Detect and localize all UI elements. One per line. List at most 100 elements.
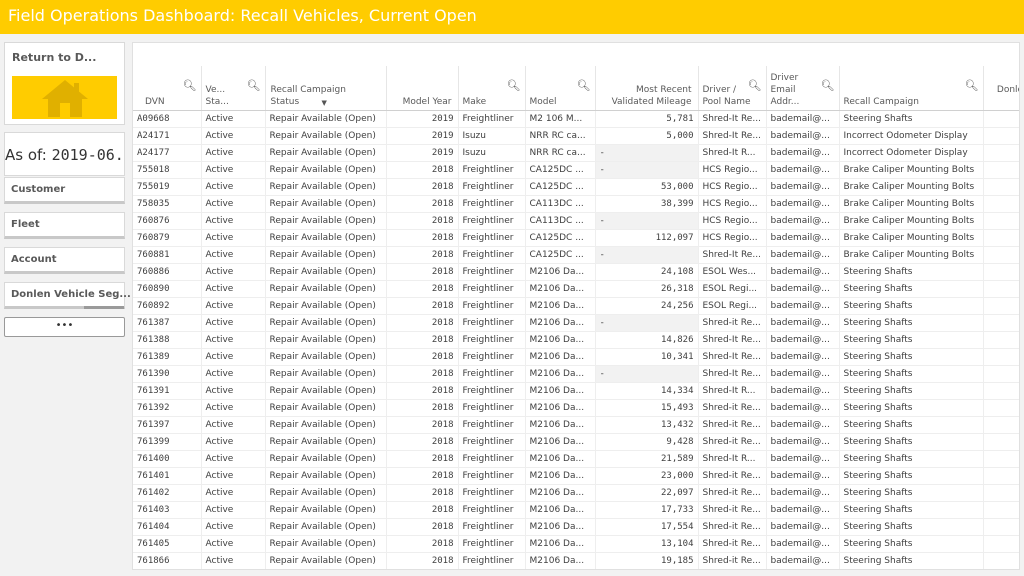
cell-mileage[interactable]: 13,432 (595, 416, 699, 434)
cell-recall-campaign[interactable]: Steering Shafts (839, 433, 984, 451)
cell-recall-status[interactable]: Repair Available (Open) (265, 229, 387, 247)
column-header-model[interactable]: Model 🔍︎ (525, 66, 596, 111)
cell-make[interactable]: Freightliner (458, 501, 526, 519)
cell-dvn[interactable]: A24177 (133, 144, 202, 162)
cell-recall-status[interactable]: Repair Available (Open) (265, 348, 387, 366)
cell-driver-pool[interactable]: Shred-it Re... (698, 416, 767, 434)
cell-model-year[interactable]: 2018 (386, 314, 459, 332)
cell-driver-pool[interactable]: Shred-it Re... (698, 552, 767, 569)
cell-model-year[interactable]: 2018 (386, 161, 459, 179)
cell-recall-status[interactable]: Repair Available (Open) (265, 263, 387, 281)
cell-dvn[interactable]: 761388 (133, 331, 202, 349)
cell-vehicle-status[interactable]: Active (201, 331, 266, 349)
search-icon[interactable]: 🔍︎ (577, 80, 591, 92)
cell-model[interactable]: M2106 Da... (525, 501, 596, 519)
cell-recall-campaign[interactable]: Steering Shafts (839, 450, 984, 468)
column-header-vehicle-status[interactable]: Ve... Sta... 🔍︎ (201, 66, 266, 111)
cell-make[interactable]: Freightliner (458, 552, 526, 569)
cell-model[interactable]: NRR RC ca... (525, 127, 596, 145)
cell-model-year[interactable]: 2019 (386, 127, 459, 145)
cell-driver-email[interactable]: bademail@... (766, 467, 840, 485)
table-row[interactable]: 760876 Active Repair Available (Open) 2018 F… (133, 212, 1019, 230)
cell-mileage[interactable]: 21,589 (595, 450, 699, 468)
cell-model-year[interactable]: 2018 (386, 212, 459, 230)
cell-driver-email[interactable]: bademail@... (766, 450, 840, 468)
table-row[interactable]: 760886 Active Repair Available (Open) 2018 F… (133, 263, 1019, 281)
table-row[interactable]: 761400 Active Repair Available (Open) 2018 F… (133, 450, 1019, 468)
search-icon[interactable]: 🔍︎ (247, 80, 261, 92)
cell-driver-pool[interactable]: HCS Regio... (698, 161, 767, 179)
cell-vehicle-status[interactable]: Active (201, 399, 266, 417)
cell-model[interactable]: CA113DC ... (525, 195, 596, 213)
cell-make[interactable]: Freightliner (458, 433, 526, 451)
filter-vehicle-segment[interactable]: Donlen Vehicle Seg... (4, 282, 131, 309)
cell-driver-email[interactable]: bademail@... (766, 263, 840, 281)
cell-recall-campaign[interactable]: Steering Shafts (839, 365, 984, 383)
cell-vehicle-status[interactable]: Active (201, 450, 266, 468)
table-row[interactable]: 761387 Active Repair Available (Open) 2018 F… (133, 314, 1019, 332)
column-header-driver-email[interactable]: Driver Email Addr... 🔍︎ (766, 66, 840, 111)
cell-model[interactable]: CA125DC ... (525, 246, 596, 264)
cell-driver-pool[interactable]: Shred-It R... (698, 450, 767, 468)
table-row[interactable]: 761866 Active Repair Available (Open) 2018 F… (133, 552, 1019, 569)
cell-model[interactable]: M2106 Da... (525, 467, 596, 485)
cell-mileage[interactable]: 112,097 (595, 229, 699, 247)
cell-recall-campaign[interactable]: Brake Caliper Mounting Bolts (839, 246, 984, 264)
cell-model-year[interactable]: 2018 (386, 195, 459, 213)
cell-recall-campaign[interactable]: Steering Shafts (839, 399, 984, 417)
cell-vehicle-status[interactable]: Active (201, 212, 266, 230)
cell-recall-status[interactable]: Repair Available (Open) (265, 161, 387, 179)
cell-make[interactable]: Isuzu (458, 144, 526, 162)
cell-recall-status[interactable]: Repair Available (Open) (265, 382, 387, 400)
cell-donlen-recall-id[interactable] (983, 552, 1019, 569)
cell-donlen-recall-id[interactable] (983, 348, 1019, 366)
cell-mileage[interactable]: 14,826 (595, 331, 699, 349)
cell-model-year[interactable]: 2018 (386, 535, 459, 553)
cell-recall-status[interactable]: Repair Available (Open) (265, 433, 387, 451)
search-icon[interactable]: 🔍︎ (183, 80, 197, 92)
cell-donlen-recall-id[interactable] (983, 518, 1019, 536)
table-row[interactable]: 760881 Active Repair Available (Open) 2018 F… (133, 246, 1019, 264)
cell-model-year[interactable]: 2018 (386, 399, 459, 417)
cell-dvn[interactable]: A24171 (133, 127, 202, 145)
cell-recall-status[interactable]: Repair Available (Open) (265, 399, 387, 417)
cell-donlen-recall-id[interactable] (983, 280, 1019, 298)
cell-dvn[interactable]: 755019 (133, 178, 202, 196)
cell-model[interactable]: M2106 Da... (525, 348, 596, 366)
cell-recall-campaign[interactable]: Steering Shafts (839, 518, 984, 536)
column-header-model-year[interactable]: Model Year (386, 66, 459, 111)
cell-make[interactable]: Freightliner (458, 280, 526, 298)
cell-recall-status[interactable]: Repair Available (Open) (265, 552, 387, 569)
cell-driver-pool[interactable]: ESOL Wes... (698, 263, 767, 281)
cell-model-year[interactable]: 2018 (386, 178, 459, 196)
cell-driver-pool[interactable]: Shred-It Re... (698, 365, 767, 383)
cell-recall-status[interactable]: Repair Available (Open) (265, 314, 387, 332)
cell-vehicle-status[interactable]: Active (201, 382, 266, 400)
cell-donlen-recall-id[interactable] (983, 127, 1019, 145)
cell-driver-pool[interactable]: Shred-It R... (698, 144, 767, 162)
cell-driver-pool[interactable]: ESOL Regi... (698, 280, 767, 298)
table-row[interactable]: 760890 Active Repair Available (Open) 2018 F… (133, 280, 1019, 298)
cell-recall-status[interactable]: Repair Available (Open) (265, 178, 387, 196)
table-row[interactable]: 761405 Active Repair Available (Open) 2018 F… (133, 535, 1019, 553)
cell-driver-pool[interactable]: HCS Regio... (698, 178, 767, 196)
cell-driver-email[interactable]: bademail@... (766, 178, 840, 196)
cell-mileage[interactable]: - (595, 161, 699, 179)
cell-driver-email[interactable]: bademail@... (766, 161, 840, 179)
cell-driver-email[interactable]: bademail@... (766, 348, 840, 366)
cell-model[interactable]: M2106 Da... (525, 314, 596, 332)
cell-vehicle-status[interactable]: Active (201, 348, 266, 366)
cell-vehicle-status[interactable]: Active (201, 365, 266, 383)
cell-donlen-recall-id[interactable] (983, 212, 1019, 230)
cell-model[interactable]: M2106 Da... (525, 280, 596, 298)
cell-model-year[interactable]: 2018 (386, 501, 459, 519)
cell-model[interactable]: M2 106 M... (525, 110, 596, 128)
cell-vehicle-status[interactable]: Active (201, 535, 266, 553)
table-row[interactable]: 755018 Active Repair Available (Open) 2018 F… (133, 161, 1019, 179)
cell-donlen-recall-id[interactable] (983, 484, 1019, 502)
cell-recall-status[interactable]: Repair Available (Open) (265, 212, 387, 230)
cell-mileage[interactable]: 9,428 (595, 433, 699, 451)
cell-make[interactable]: Freightliner (458, 263, 526, 281)
cell-model[interactable]: M2106 Da... (525, 518, 596, 536)
cell-model[interactable]: M2106 Da... (525, 382, 596, 400)
